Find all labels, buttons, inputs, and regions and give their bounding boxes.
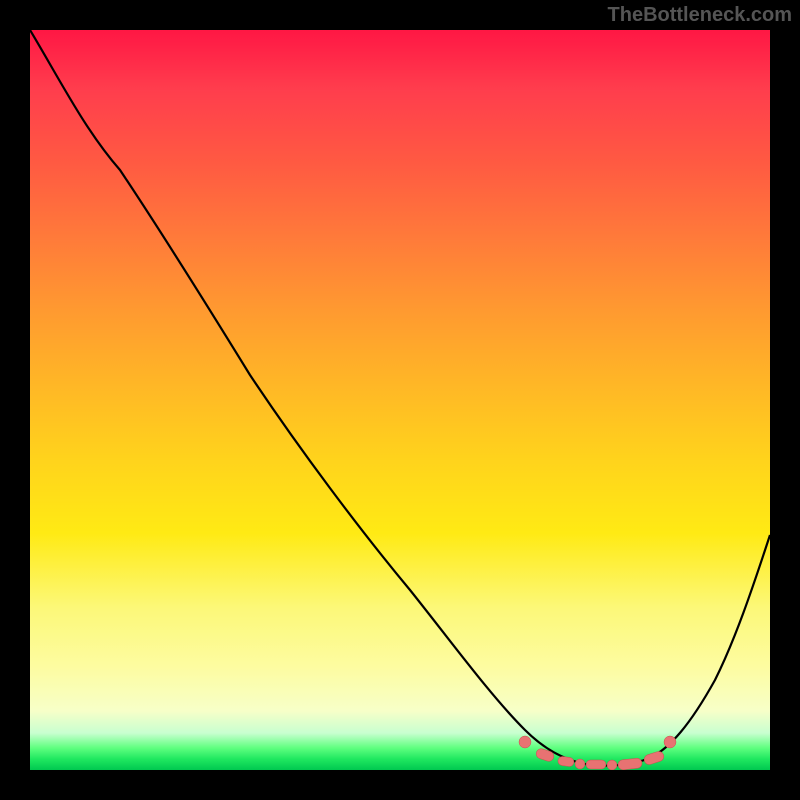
bottleneck-curve-line: [30, 30, 770, 766]
valley-marker: [607, 760, 617, 770]
valley-marker: [586, 760, 606, 769]
chart-container: TheBottleneck.com: [0, 0, 800, 800]
valley-marker: [618, 758, 643, 770]
valley-marker: [643, 750, 665, 766]
valley-marker: [664, 736, 676, 748]
valley-marker: [557, 756, 574, 767]
valley-marker: [519, 736, 531, 748]
plot-area: [30, 30, 770, 770]
watermark-text: TheBottleneck.com: [608, 4, 792, 27]
valley-marker: [535, 747, 555, 762]
valley-marker: [575, 759, 585, 769]
curve-layer: [30, 30, 770, 770]
